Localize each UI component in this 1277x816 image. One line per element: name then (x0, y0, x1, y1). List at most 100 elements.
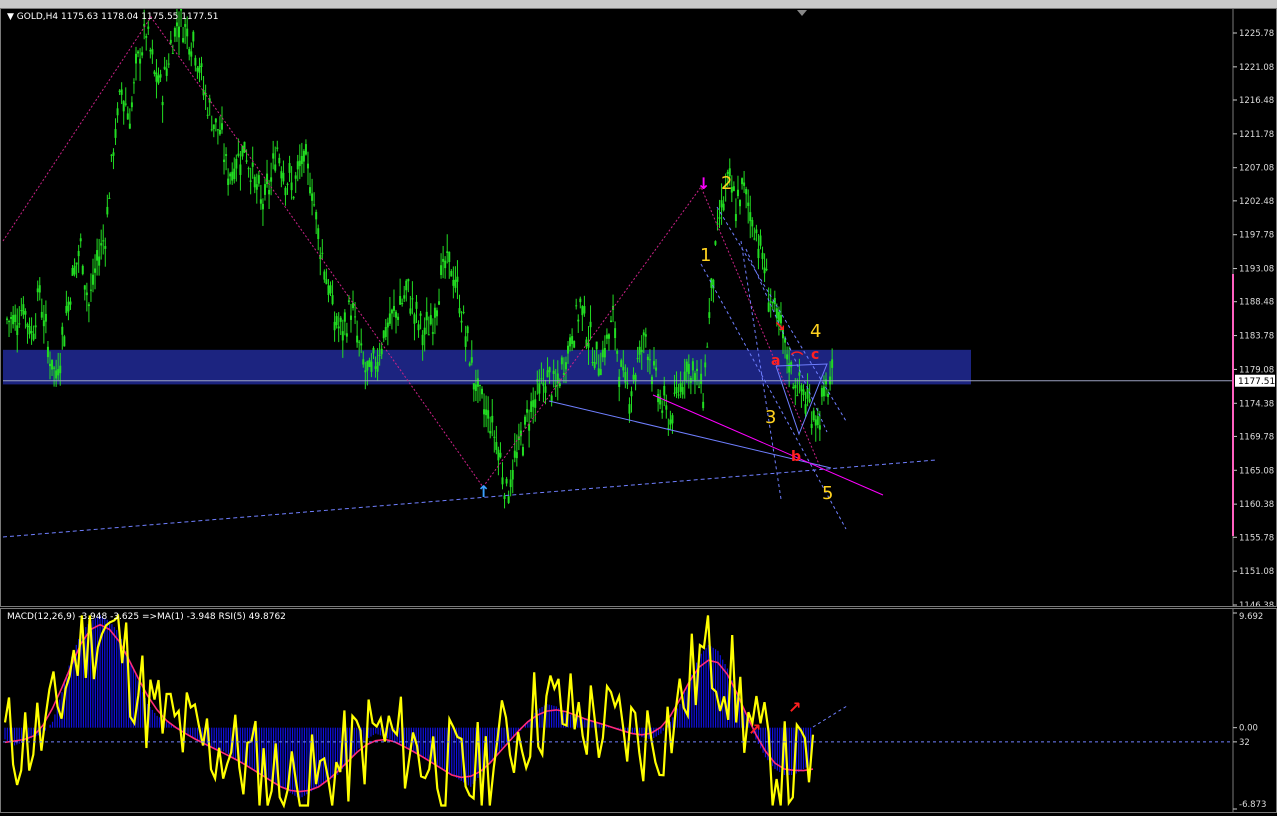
candle-body (167, 63, 170, 65)
candle-body (564, 362, 567, 370)
candle-body (593, 362, 596, 368)
candle-body (194, 57, 197, 66)
candle-body (165, 68, 168, 76)
candle-body (306, 163, 309, 169)
indicator-pane[interactable]: ↗ ↗ 9.692 0.00 32 -6.873 MACD(12,26,9) -3.948… (0, 608, 1277, 813)
candle-body (640, 349, 643, 353)
candle-body (546, 370, 549, 378)
candle-body (304, 144, 307, 155)
candle-body (675, 387, 678, 394)
candle-body (57, 369, 60, 376)
candle-body (79, 238, 82, 242)
abc-label-a: a (771, 353, 780, 369)
candle-body (458, 308, 461, 314)
candle-body (478, 384, 481, 386)
candle-body (274, 164, 277, 171)
red-up-arrow-icon: ↗ (748, 720, 761, 739)
candle-body (798, 372, 801, 376)
candle-body (270, 177, 273, 182)
candle-body (401, 303, 404, 305)
candle-body (190, 51, 193, 57)
candle-body (376, 361, 379, 372)
candle-body (386, 322, 389, 328)
candle-body (155, 72, 158, 82)
candle-body (114, 129, 117, 138)
candle-body (468, 363, 471, 366)
candle-body (309, 187, 312, 194)
candle-body (132, 82, 135, 84)
candle-body (677, 394, 680, 396)
candle-body (67, 301, 70, 312)
candle-body (200, 63, 203, 67)
candle-body (749, 212, 752, 222)
candle-body (753, 238, 756, 240)
candle-body (110, 154, 113, 156)
candle-body (579, 298, 582, 303)
candle-body (476, 378, 479, 387)
candle-body (597, 368, 600, 376)
candle-body (460, 320, 463, 323)
y-tick-label: 1169.78 (1239, 432, 1274, 442)
candle-body (505, 478, 508, 484)
candle-body (126, 113, 129, 120)
candle-body (691, 361, 694, 371)
candle-body (442, 258, 445, 262)
candle-body (734, 214, 737, 222)
candle-body (542, 382, 545, 386)
candle-body (720, 200, 723, 208)
candle-body (818, 425, 821, 430)
candle-body (51, 359, 54, 370)
candle-body (214, 118, 217, 123)
indicator-chart-svg[interactable]: ↗ ↗ 9.692 0.00 32 -6.873 (1, 609, 1276, 812)
candle-body (702, 401, 705, 409)
candle-body (63, 336, 66, 347)
candle-body (599, 369, 602, 376)
candle-body (532, 400, 535, 407)
candle-body (679, 383, 682, 392)
candle-body (741, 178, 744, 185)
candle-body (206, 114, 209, 116)
candle-body (591, 362, 594, 364)
candle-body (431, 332, 434, 334)
candle-body (614, 328, 617, 339)
price-chart-svg[interactable]: 1177.51 1225.78 1221.08 1216.48 1211.78 1207.… (1, 0, 1276, 611)
candle-body (251, 162, 254, 167)
sub-y-tick-label: -6.873 (1239, 800, 1266, 810)
candle-body (435, 310, 438, 317)
candle-body (653, 361, 656, 366)
candle-body (384, 326, 387, 337)
candle-body (820, 388, 823, 397)
candle-body (180, 5, 183, 11)
y-tick-label: 1221.08 (1239, 63, 1274, 73)
candle-body (716, 223, 719, 225)
candle-body (763, 267, 766, 274)
candle-body (38, 285, 41, 293)
candle-body (42, 320, 45, 327)
candle-body (765, 269, 768, 271)
dropdown-triangle-icon[interactable]: ▼ (7, 12, 14, 22)
candle-body (145, 36, 148, 38)
candle-body (397, 316, 400, 320)
candle-body (605, 334, 608, 339)
candle-body (544, 386, 547, 393)
candle-body (481, 388, 484, 395)
candle-body (497, 449, 500, 461)
indicator-header: MACD(12,26,9) -3.948 -3.625 =>MA(1) -3.9… (7, 612, 286, 622)
candle-body (159, 74, 162, 78)
candle-body (732, 186, 735, 192)
y-tick-label: 1193.08 (1239, 265, 1274, 275)
y-tick-label: 1179.08 (1239, 365, 1274, 375)
candle-body (452, 279, 455, 286)
candle-body (139, 58, 142, 64)
candle-body (372, 347, 375, 354)
candle-body (149, 49, 152, 52)
candle-body (120, 89, 123, 95)
price-pane[interactable]: 1177.51 1225.78 1221.08 1216.48 1211.78 1207.… (0, 0, 1277, 611)
candle-body (282, 172, 285, 182)
candle-body (722, 203, 725, 211)
candle-body (538, 383, 541, 394)
candle-body (810, 424, 813, 429)
candle-body (556, 373, 559, 383)
candle-body (802, 389, 805, 396)
candle-body (91, 274, 94, 285)
